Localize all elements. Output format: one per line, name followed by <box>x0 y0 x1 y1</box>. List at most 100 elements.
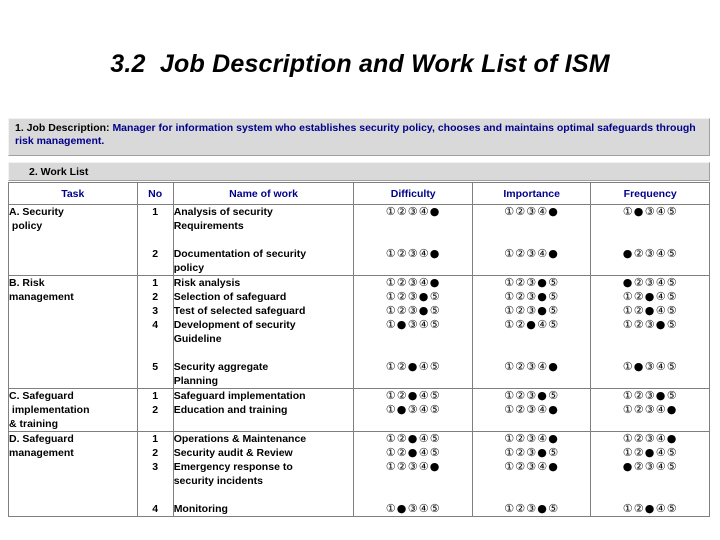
rating-pip: ③ <box>526 460 539 473</box>
rating-pip: ● <box>622 247 635 260</box>
rating-pip: ④ <box>655 304 668 317</box>
task-cell: A. Security policy <box>8 204 138 276</box>
difficulty-rating: ①●③④⑤ <box>354 318 472 332</box>
rating-pip: ① <box>622 403 635 416</box>
rating-pip: ● <box>418 290 431 303</box>
difficulty-rating: ①②③●⑤ <box>354 304 472 318</box>
rating-pip: ③ <box>644 318 657 331</box>
rating-pip: ● <box>548 360 560 373</box>
rating-pip: ② <box>515 205 528 218</box>
rating-pip: ● <box>644 502 657 515</box>
rating-pip: ● <box>633 205 646 218</box>
frequency-rating: ①●③④⑤ <box>591 205 709 219</box>
rating-pip: ① <box>504 446 517 459</box>
name-of-work-line: Emergency response to <box>173 461 293 473</box>
frequency-cell: ①②③●⑤ ①②③④● <box>590 388 710 432</box>
rating-pip: ② <box>396 247 409 260</box>
importance-cell: ①②③④●①②③④⑤①②③④⑤①②③④●①②③④⑤ <box>471 204 592 276</box>
no-value: 5 <box>152 361 159 373</box>
rating-pip: ③ <box>526 205 539 218</box>
table-row: B. Riskmanagement12344.55Risk analysisSe… <box>8 275 710 389</box>
rating-pip: ① <box>504 403 517 416</box>
rating-pip: ② <box>515 247 528 260</box>
rating-pip: ① <box>385 276 398 289</box>
difficulty-cell: ①②③④●①②③●⑤①②③●⑤①●③④⑤①②③④⑤①②③④⑤①②●④⑤①②③④⑤ <box>353 275 473 389</box>
rating-pip: ④ <box>655 502 668 515</box>
rating-pip: ⑤ <box>548 276 561 289</box>
rating-pip: ③ <box>526 290 539 303</box>
rating-pip: ● <box>396 318 409 331</box>
rating-pip: ③ <box>407 276 420 289</box>
rating-pip: ① <box>504 205 517 218</box>
rating-pip: ④ <box>537 360 550 373</box>
rating-pip: ● <box>537 446 549 459</box>
rating-pip: ① <box>622 318 635 331</box>
rating-pip: ② <box>633 389 646 402</box>
rating-pip: ④ <box>537 205 550 218</box>
job-description-body: Manager for information system who estab… <box>15 122 696 147</box>
page-title: 3.2 Job Description and Work List of ISM <box>110 50 610 78</box>
difficulty-rating: ①②●④⑤ <box>354 360 472 374</box>
no-value: 2 <box>152 248 159 260</box>
rating-pip: ③ <box>644 432 657 445</box>
no-cell: 12 <box>136 388 174 432</box>
importance-rating: ①②③④● <box>473 205 591 219</box>
rating-pip: ⑤ <box>666 446 679 459</box>
task-cell: C. Safeguard implementation & training <box>8 388 138 432</box>
no-value: 4 <box>152 503 159 515</box>
rating-pip: ② <box>515 446 528 459</box>
name-of-work-line: Risk analysis <box>173 277 241 289</box>
rating-pip: ④ <box>537 403 550 416</box>
rating-pip: ● <box>407 432 420 445</box>
rating-pip: ● <box>429 276 442 289</box>
job-description-text: 1. Job Description: Manager for informat… <box>15 122 703 148</box>
name-of-work-line: Analysis of security <box>173 206 273 218</box>
rating-pip: ④ <box>655 205 668 218</box>
rating-pip: ⑤ <box>666 502 679 515</box>
frequency-rating: ①②③④● <box>591 432 709 446</box>
rating-pip: ● <box>526 318 538 331</box>
rating-pip: ② <box>633 290 646 303</box>
rating-pip: ② <box>633 460 646 473</box>
rating-pip: ③ <box>407 318 420 331</box>
task-line: A. Security <box>9 206 64 218</box>
name-of-work-cell: Safeguard implementation Education and tr… <box>172 388 355 432</box>
importance-rating: ①②③●⑤ <box>473 446 591 460</box>
rating-pip: ● <box>537 304 549 317</box>
importance-rating: ①②③●⑤ <box>473 276 591 290</box>
rating-pip: ② <box>633 502 646 515</box>
name-of-work-cell: Analysis of security Requirements Documen… <box>172 204 355 276</box>
rating-pip: ④ <box>655 460 668 473</box>
name-of-work-cell: Risk analysis Selection of safeguard Test … <box>172 275 355 389</box>
rating-pip: ① <box>504 276 517 289</box>
importance-rating: ①②③④● <box>473 432 591 446</box>
frequency-cell: ①●③④⑤①②③④⑤①②③④⑤●②③④⑤①②③④⑤ <box>590 204 710 276</box>
name-of-work-line: Test of selected safeguard <box>173 305 306 317</box>
difficulty-rating: ①②③④● <box>354 247 472 261</box>
rating-pip: ● <box>548 247 560 260</box>
rating-pip: ① <box>385 432 398 445</box>
rating-pip: ⑤ <box>429 290 442 303</box>
rating-pip: ② <box>633 403 646 416</box>
rating-pip: ② <box>515 502 528 515</box>
rating-pip: ③ <box>526 432 539 445</box>
name-of-work-line: Security aggregate <box>173 361 269 373</box>
rating-pip: ① <box>622 360 635 373</box>
frequency-rating: ●②③④⑤ <box>591 247 709 261</box>
rating-pip: ① <box>504 432 517 445</box>
no-value: 1 <box>152 433 159 445</box>
rating-pip: ④ <box>655 403 668 416</box>
rating-pip: ③ <box>526 502 539 515</box>
difficulty-cell: ①②③④●①②③④⑤①②③④⑤①②③④●①②③④⑤ <box>353 204 473 276</box>
rating-pip: ⑤ <box>548 304 561 317</box>
rating-pip: ⑤ <box>429 446 442 459</box>
rating-pip: ⑤ <box>666 304 679 317</box>
rating-pip: ⑤ <box>429 502 442 515</box>
column-header-difficulty: Difficulty <box>353 182 473 205</box>
rating-pip: ⑤ <box>666 205 679 218</box>
no-value: 2 <box>152 291 159 303</box>
importance-rating: ①②●④⑤ <box>473 318 591 332</box>
rating-pip: ④ <box>418 205 431 218</box>
name-of-work-line: Selection of safeguard <box>173 291 287 303</box>
rating-pip: ⑤ <box>666 247 679 260</box>
